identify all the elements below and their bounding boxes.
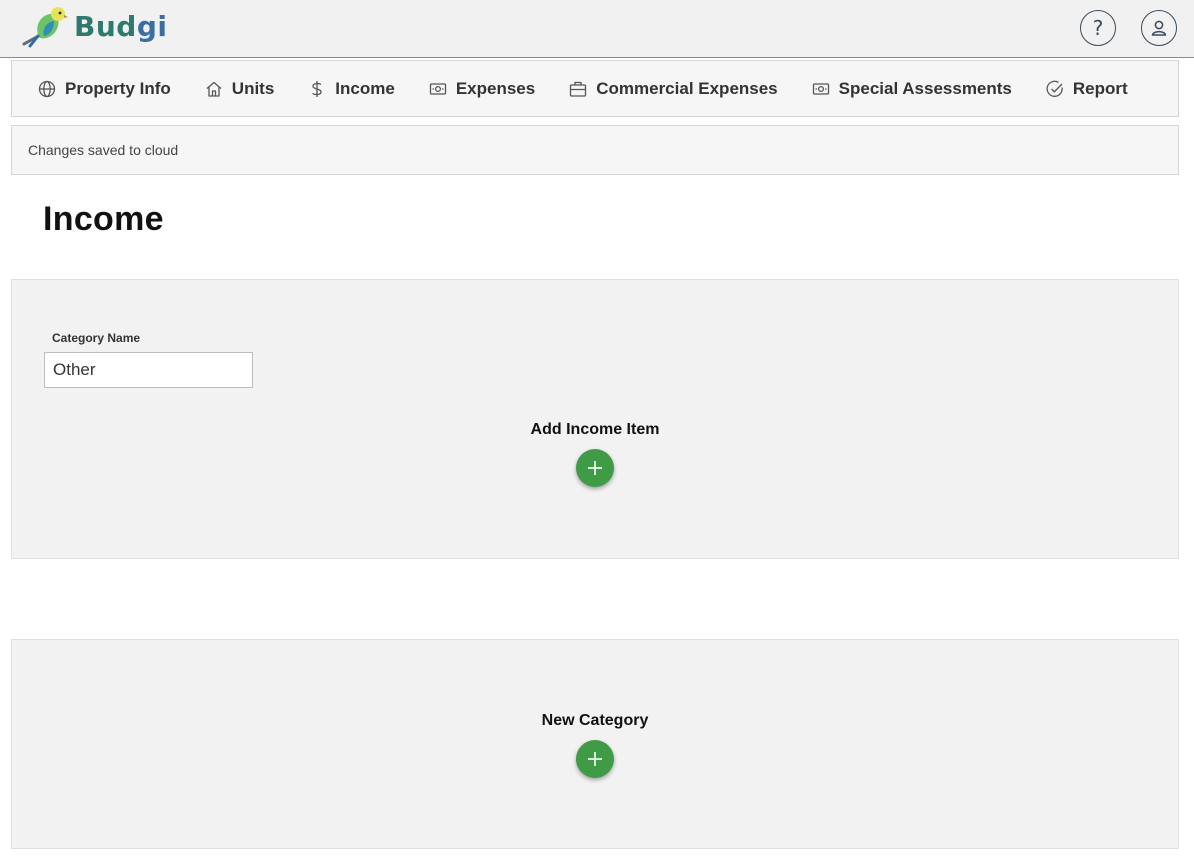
- new-category-panel: New Category: [11, 639, 1179, 849]
- tab-label: Report: [1072, 78, 1128, 98]
- question-icon: ?: [1092, 16, 1104, 40]
- add-income-item-label: Add Income Item: [530, 421, 660, 438]
- tab-report[interactable]: Report: [1046, 79, 1128, 99]
- tab-label: Commercial Expenses: [596, 78, 778, 98]
- briefcase-icon: [569, 80, 587, 98]
- logo-wordmark: Budgi: [74, 9, 168, 43]
- tab-label: Units: [231, 78, 275, 98]
- account-button[interactable]: [1141, 10, 1177, 46]
- tab-label: Income: [335, 78, 395, 98]
- new-category-button[interactable]: [576, 740, 614, 778]
- income-category-panel: Category Name Add Income Item: [11, 279, 1179, 559]
- save-status-text: Changes saved to cloud: [28, 142, 179, 158]
- check-circle-icon: [1046, 80, 1064, 98]
- tab-units[interactable]: Units: [205, 78, 275, 99]
- plus-icon: [588, 752, 602, 766]
- tab-income[interactable]: Income: [308, 79, 395, 99]
- budgie-bird-icon: [22, 7, 68, 48]
- tab-label: Property Info: [65, 78, 171, 98]
- dollar-icon: [308, 80, 326, 98]
- globe-icon: [38, 80, 56, 98]
- cash-icon: [812, 80, 830, 98]
- help-button[interactable]: ?: [1080, 10, 1116, 46]
- add-income-item-button[interactable]: [576, 449, 614, 487]
- category-name-label: Category Name: [52, 331, 141, 345]
- add-income-item-block: Add Income Item: [12, 421, 1178, 487]
- section-tabs: Property Info Units Income Expenses Comm…: [11, 60, 1179, 117]
- page-title: Income: [43, 200, 164, 238]
- tab-special-assessments[interactable]: Special Assessments: [812, 79, 1012, 99]
- top-bar: Budgi ?: [0, 0, 1194, 58]
- tab-expenses[interactable]: Expenses: [429, 79, 535, 99]
- tab-property-info[interactable]: Property Info: [38, 79, 171, 99]
- plus-icon: [588, 461, 602, 475]
- new-category-label: New Category: [541, 712, 649, 729]
- new-category-block: New Category: [12, 712, 1178, 778]
- home-icon: [205, 80, 223, 98]
- tab-label: Special Assessments: [838, 78, 1012, 98]
- budgi-logo[interactable]: Budgi: [20, 4, 167, 48]
- category-name-input[interactable]: [44, 352, 253, 388]
- user-icon: [1151, 20, 1167, 36]
- cash-icon: [429, 80, 447, 98]
- save-status-bar: Changes saved to cloud: [11, 125, 1179, 175]
- tab-commercial-expenses[interactable]: Commercial Expenses: [569, 78, 778, 99]
- tab-label: Expenses: [455, 78, 536, 98]
